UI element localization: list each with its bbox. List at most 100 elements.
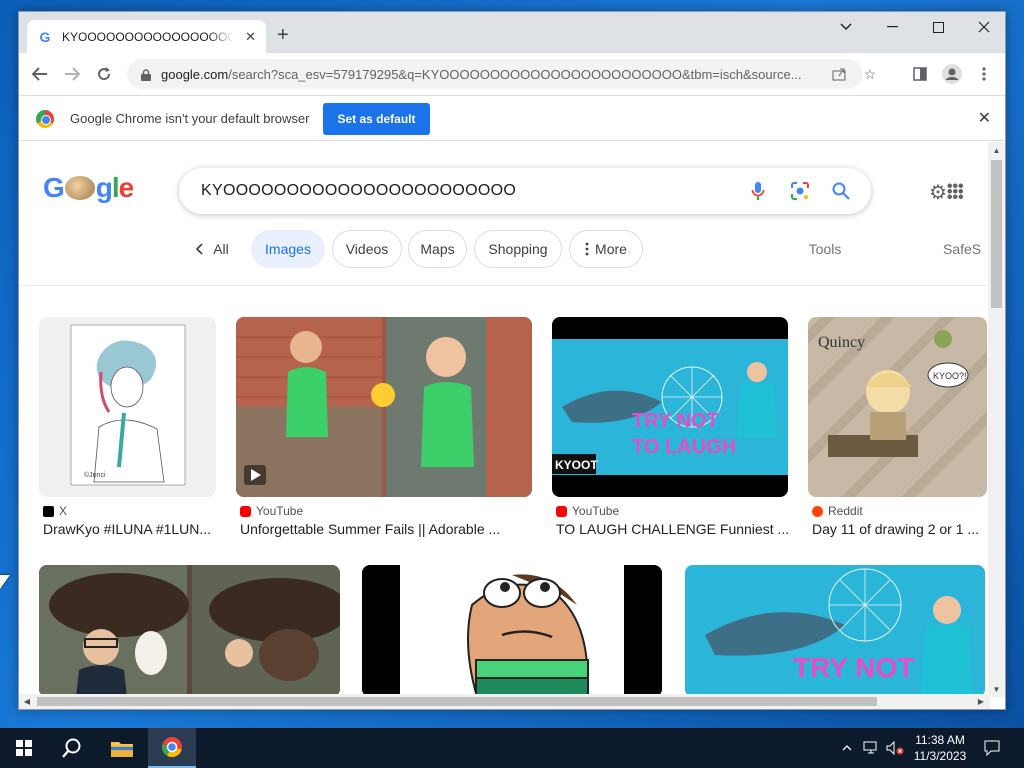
search-filter-chips: All Images Videos Maps Shopping More Too… <box>19 230 989 270</box>
microphone-icon[interactable] <box>747 180 769 202</box>
settings-gear-icon[interactable]: ⚙ <box>929 180 947 205</box>
vertical-scrollbar[interactable]: ▲ ▼ <box>988 142 1005 697</box>
close-window-button[interactable] <box>961 12 1005 42</box>
reload-button[interactable] <box>89 59 119 89</box>
result-source-2[interactable]: YouTube <box>240 504 303 518</box>
tab-strip: G KYOOOOOOOOOOOOOOOOOOOOOOOO ✕ + <box>19 12 1005 53</box>
scroll-left-arrow-icon[interactable]: ◀ <box>19 694 35 709</box>
tab-more-label: More <box>595 241 627 257</box>
result-source-4[interactable]: Reddit <box>812 504 863 518</box>
search-icon[interactable] <box>830 180 852 202</box>
forward-button[interactable] <box>57 59 87 89</box>
scroll-down-arrow-icon[interactable]: ▼ <box>988 681 1005 697</box>
result-image-1[interactable]: ©Jonci <box>39 317 216 497</box>
tab-close-icon[interactable]: ✕ <box>245 29 256 45</box>
search-icon <box>62 738 81 758</box>
result-caption-2[interactable]: Unforgettable Summer Fails || Adorable .… <box>240 521 530 537</box>
tab-maps[interactable]: Maps <box>408 230 467 268</box>
tab-images[interactable]: Images <box>251 230 325 268</box>
thumb-try-not: TRY NOT <box>632 410 719 432</box>
chrome-taskbar-button[interactable] <box>148 728 196 768</box>
youtube-logo-icon <box>240 505 251 517</box>
chrome-logo-icon <box>36 110 54 128</box>
tray-overflow-chevron-icon[interactable] <box>838 728 856 768</box>
doodle-face-icon <box>64 176 95 200</box>
profile-avatar-icon[interactable] <box>937 59 967 89</box>
browser-tab[interactable]: G KYOOOOOOOOOOOOOOOOOOOOOOOO ✕ <box>27 20 266 53</box>
thumb-kyoot: KYOOT <box>555 458 598 472</box>
result-caption-4[interactable]: Day 11 of drawing 2 or 1 ... <box>812 521 988 537</box>
safesearch-button[interactable]: SafeS <box>943 230 989 268</box>
chevron-left-icon <box>196 243 203 255</box>
url-text: google.com/search?sca_esv=579179295&q=KY… <box>161 67 831 82</box>
logo-letters-gle: gle <box>95 172 134 203</box>
google-favicon-icon: G <box>39 28 51 45</box>
result-image-2[interactable] <box>236 317 532 497</box>
address-bar[interactable]: google.com/search?sca_esv=579179295&q=KY… <box>127 59 876 89</box>
tab-search-icon[interactable] <box>823 12 869 42</box>
default-browser-infobar: Google Chrome isn't your default browser… <box>19 95 1005 141</box>
x-logo-icon <box>43 505 54 517</box>
vertical-scroll-thumb[interactable] <box>991 160 1002 308</box>
result-source-3[interactable]: YouTube <box>556 504 619 518</box>
result-image-3[interactable]: TRY NOT TO LAUGH KYOOT <box>552 317 788 497</box>
infobar-close-icon[interactable]: ✕ <box>978 108 991 128</box>
horizontal-scrollbar[interactable]: ◀ ▶ <box>19 694 990 709</box>
side-panel-icon[interactable] <box>905 59 935 89</box>
search-query: KYOOOOOOOOOOOOOOOOOOOOOOO <box>201 182 517 199</box>
volume-muted-icon[interactable] <box>884 728 906 768</box>
result-image-6[interactable] <box>362 565 662 697</box>
bookmark-star-icon[interactable]: ☆ <box>858 59 882 89</box>
minimize-button[interactable] <box>869 12 915 42</box>
mouse-cursor-icon <box>0 575 10 589</box>
notifications-icon[interactable] <box>980 728 1004 768</box>
back-button[interactable] <box>25 59 55 89</box>
start-button[interactable] <box>0 728 48 768</box>
taskbar-search-button[interactable] <box>48 728 96 768</box>
thumb-to-laugh: TO LAUGH <box>632 436 736 458</box>
network-icon[interactable] <box>860 728 882 768</box>
tab-shopping[interactable]: Shopping <box>474 230 562 268</box>
search-input[interactable]: KYOOOOOOOOOOOOOOOOOOOOOOO <box>179 168 871 214</box>
file-explorer-button[interactable] <box>98 728 146 768</box>
result-caption-3[interactable]: TO LAUGH CHALLENGE Funniest ... <box>556 521 788 537</box>
source-label: YouTube <box>572 504 620 518</box>
lens-camera-icon[interactable] <box>789 180 811 202</box>
result-caption-1[interactable]: DrawKyo #ILUNA #1LUN... <box>43 521 215 537</box>
tools-button[interactable]: Tools <box>795 230 855 268</box>
source-label: YouTube <box>256 504 304 518</box>
source-label: X <box>59 504 68 518</box>
youtube-logo-icon <box>556 505 567 517</box>
clock-date: 11/3/2023 <box>913 749 967 763</box>
google-apps-icon[interactable] <box>947 183 963 199</box>
new-tab-button[interactable]: + <box>277 24 289 47</box>
more-dots-icon <box>585 242 589 256</box>
folder-icon <box>111 742 133 757</box>
chrome-menu-icon[interactable] <box>969 59 999 89</box>
result-image-4[interactable]: Quincy KYOO?! <box>808 317 987 497</box>
maximize-button[interactable] <box>915 12 961 42</box>
result-image-5[interactable] <box>39 565 340 697</box>
scroll-up-arrow-icon[interactable]: ▲ <box>988 142 1005 158</box>
lock-icon[interactable] <box>141 68 151 81</box>
scroll-right-arrow-icon[interactable]: ▶ <box>973 694 989 709</box>
tab-all-label: All <box>213 241 229 257</box>
signature-text: ©Jonci <box>84 471 106 479</box>
result-image-7[interactable]: TRY NOT <box>685 565 985 697</box>
reddit-logo-icon <box>812 505 823 517</box>
header-divider <box>19 285 989 286</box>
thumb-quincy: Quincy <box>818 334 865 351</box>
set-as-default-button[interactable]: Set as default <box>323 103 430 135</box>
infobar-message: Google Chrome isn't your default browser <box>70 111 310 126</box>
thumb-try-not-2: TRY NOT <box>793 652 914 683</box>
tab-all[interactable]: All <box>187 230 237 268</box>
share-icon[interactable] <box>827 59 851 89</box>
google-doodle-logo[interactable]: Ggle <box>43 172 134 204</box>
taskbar-clock[interactable]: 11:38 AM 11/3/2023 <box>906 732 974 764</box>
google-images-page: Ggle KYOOOOOOOOOOOOOOOOOOOOOOO ⚙ All Ima… <box>19 142 989 697</box>
horizontal-scroll-thumb[interactable] <box>37 697 877 706</box>
tab-more[interactable]: More <box>569 230 643 268</box>
thumb-kyoo: KYOO?! <box>933 371 967 381</box>
tab-videos[interactable]: Videos <box>332 230 402 268</box>
result-source-1[interactable]: X <box>43 504 67 518</box>
